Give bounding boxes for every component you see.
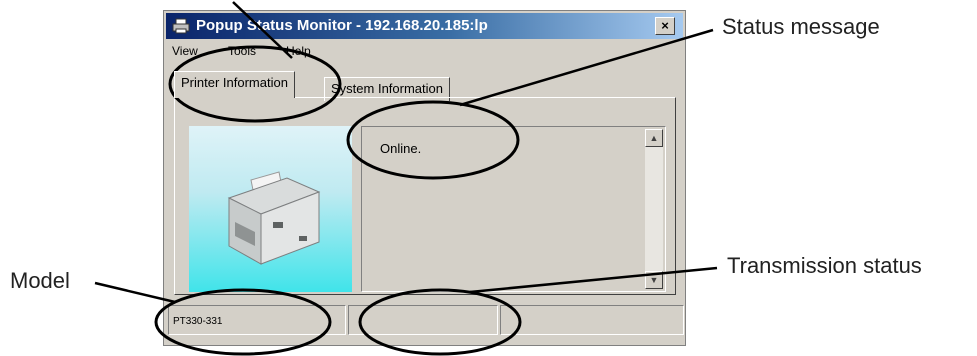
close-icon: × xyxy=(661,18,669,33)
tab-printer-information[interactable]: Printer Information xyxy=(174,71,295,98)
model-pane: PT330-331 xyxy=(168,305,346,335)
arrow-up-icon: ▲ xyxy=(649,133,659,143)
transmission-status-pane xyxy=(348,305,498,335)
printer-icon xyxy=(172,18,190,34)
scroll-up-button[interactable]: ▲ xyxy=(645,129,663,147)
tab-panel: Online. ▲ ▼ xyxy=(174,97,676,295)
status-monitor-window: Popup Status Monitor - 192.168.20.185:lp… xyxy=(163,10,686,346)
close-button[interactable]: × xyxy=(655,17,675,35)
menu-help[interactable]: Help xyxy=(286,44,311,58)
title-bar[interactable]: Popup Status Monitor - 192.168.20.185:lp… xyxy=(166,13,683,39)
callout-model: Model xyxy=(10,268,70,293)
model-name: PT330-331 xyxy=(173,316,223,327)
menu-tools[interactable]: Tools xyxy=(228,44,256,58)
status-message-box: Online. ▲ ▼ xyxy=(361,126,666,292)
status-bar: PT330-331 xyxy=(168,299,684,339)
printer-model-icon xyxy=(227,171,321,265)
extra-status-pane xyxy=(500,305,684,335)
arrow-down-icon: ▼ xyxy=(649,275,659,285)
menu-view[interactable]: View xyxy=(172,44,198,58)
status-message: Online. xyxy=(380,141,422,156)
callout-status-message: Status message xyxy=(722,14,880,39)
window-title: Popup Status Monitor - 192.168.20.185:lp xyxy=(196,17,488,34)
printer-image xyxy=(189,126,352,292)
status-scrollbar[interactable]: ▲ ▼ xyxy=(645,129,663,289)
scroll-down-button[interactable]: ▼ xyxy=(645,271,663,289)
menu-bar: View Tools Help xyxy=(168,41,681,61)
callout-transmission-status: Transmission status xyxy=(727,253,922,278)
